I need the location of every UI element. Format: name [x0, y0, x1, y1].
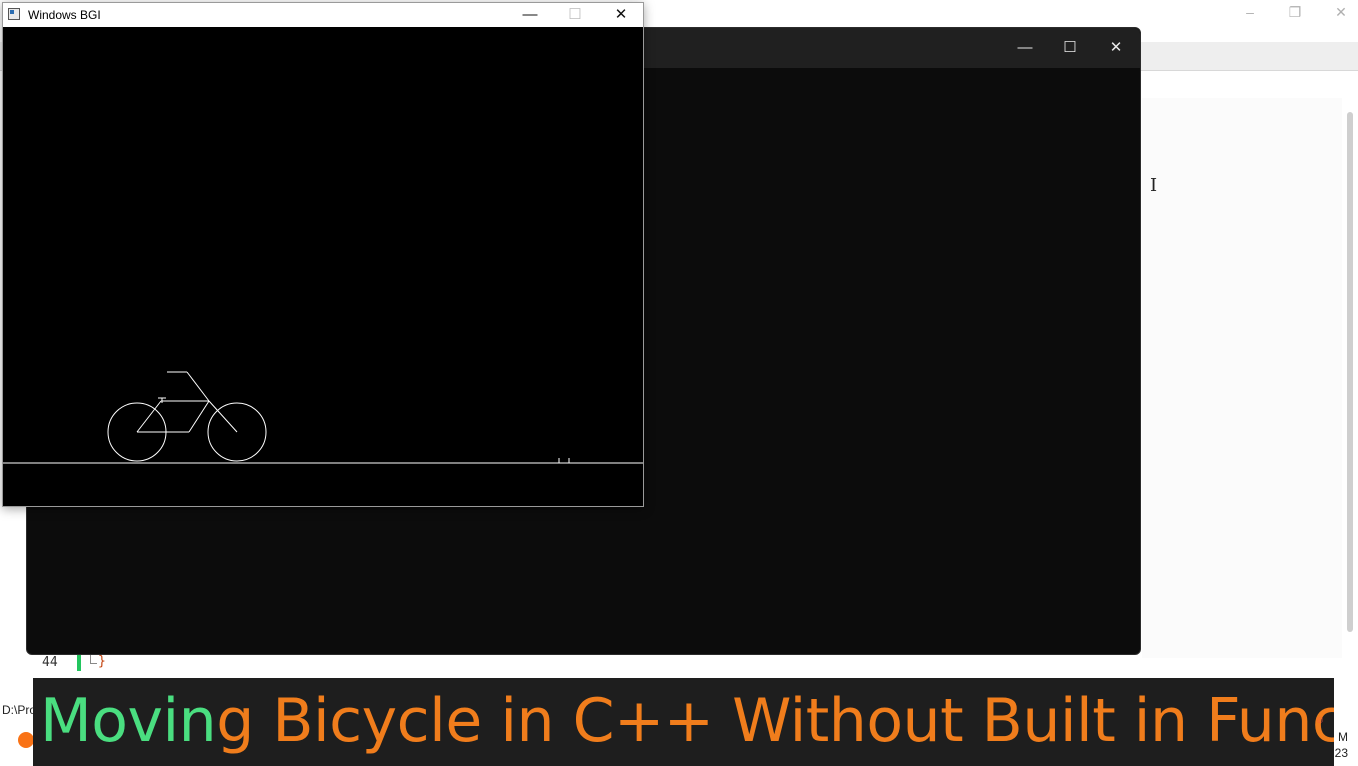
editor-pane[interactable] [1142, 98, 1342, 658]
bgi-window-title: Windows BGI [28, 8, 101, 22]
video-caption-banner: Moving Bicycle in C++ Without Built in F… [33, 678, 1334, 766]
bicycle-drawing [107, 371, 267, 462]
bgi-minimize-button[interactable]: — [515, 5, 545, 25]
channel-watermark-icon: ◎ [1316, 715, 1324, 724]
console-minimize-button[interactable]: — [1010, 37, 1040, 59]
app-window-icon [8, 8, 20, 20]
taskbar-app-icon[interactable] [18, 732, 34, 748]
bgi-window[interactable]: Windows BGI — ☐ ✕ [2, 2, 644, 507]
caption-text: Moving Bicycle in C++ Without Built in F… [40, 682, 1334, 760]
fold-guide-icon [90, 655, 97, 664]
ide-close-button[interactable]: ✕ [1327, 2, 1355, 22]
editor-line[interactable] [0, 652, 1140, 674]
status-bar-path: D:\Pro [2, 703, 37, 717]
console-maximize-button[interactable]: ☐ [1055, 37, 1085, 59]
ibeam-cursor-icon: I [1150, 175, 1158, 196]
line-number: 44 [42, 655, 58, 670]
down-tube [188, 400, 210, 433]
bgi-close-button[interactable]: ✕ [606, 5, 636, 25]
code-closing-brace[interactable]: } [98, 654, 106, 669]
tray-date: 23 [1334, 746, 1348, 760]
ide-restore-button[interactable]: ❐ [1281, 2, 1309, 22]
ide-minimize-button[interactable]: – [1236, 2, 1264, 22]
bgi-graphics-canvas [3, 371, 643, 464]
caption-text-green: Movin [40, 686, 217, 756]
caption-text-orange: g Bicycle in C++ Without Built in Functi… [216, 686, 1334, 756]
change-marker [77, 653, 81, 671]
bgi-maximize-button: ☐ [568, 6, 582, 23]
fork [208, 400, 238, 433]
editor-scrollbar[interactable] [1347, 112, 1353, 632]
tray-time: M [1338, 730, 1348, 744]
stem [186, 371, 210, 402]
console-close-button[interactable]: ✕ [1101, 37, 1131, 59]
bgi-titlebar[interactable]: Windows BGI — ☐ ✕ [3, 3, 643, 27]
